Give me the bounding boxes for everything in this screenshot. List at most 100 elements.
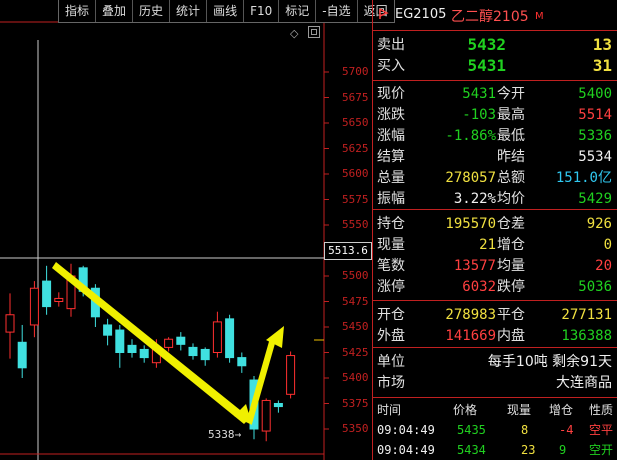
col-volume: 现量 [507,403,532,417]
divider [373,300,617,301]
price-tick-label: 5350 [342,422,369,435]
quote-value: 6032 [462,279,496,295]
contract-code: EG2105 [395,7,447,22]
quote-label: 振幅 [377,191,405,207]
unit-value: 每手10吨 剩余91天 [487,354,612,370]
quote-value: 5336 [578,128,612,144]
toolbar-draw-line[interactable]: 画线 [207,0,245,22]
price-tick-label: 5450 [342,320,369,333]
quote-value: -1.86% [445,128,496,144]
toolbar-indicator[interactable]: 指标 [59,0,97,22]
trade-oi-change: -4 [559,423,574,437]
candle-body [139,348,149,359]
quote-label: 涨跌 [377,107,405,123]
trade-price: 5435 [457,423,486,437]
quote-label: 外盘 [377,328,405,344]
trade-volume: 23 [521,443,536,457]
toolbar-f10[interactable]: F10 [244,0,280,22]
ask-volume: 13 [592,35,612,54]
toolbar-statistics[interactable]: 统计 [170,0,208,22]
trade-nature: 空平 [589,423,614,437]
trade-nature: 空开 [589,443,614,457]
trade-volume: 8 [521,423,529,437]
toolbar-watchlist[interactable]: -自选 [316,0,358,22]
col-oi-change: 增仓 [549,403,574,417]
quote-row: 现量 21 增仓 0 [373,235,617,255]
candle-body [103,324,113,336]
candle-body [54,297,64,303]
quote-row: 涨跌 -103 最高 5514 [373,105,617,125]
margin-badge: M [535,11,544,22]
quote-label: 最低 [497,128,525,144]
quote-value: 5400 [578,86,612,102]
quote-row: 结算 昨结 5534 [373,147,617,167]
toolbar-mark[interactable]: 标记 [279,0,317,22]
quote-value: 278983 [445,307,496,323]
quote-panel: EG2105 乙二醇2105 M 卖出 5432 13 买入 5431 31 现… [372,0,617,460]
ask-price: 5432 [467,35,506,54]
quote-label: 总量 [377,170,405,186]
diamond-icon[interactable]: ◇ [290,27,298,40]
quote-row: 现价 5431 今开 5400 [373,84,617,104]
bid-label: 买入 [377,58,405,74]
candle-body [176,336,186,345]
quote-label: 今开 [497,86,525,102]
quote-label: 跌停 [497,279,525,295]
divider [373,347,617,348]
kline-svg[interactable] [0,0,372,460]
trade-row[interactable]: 09:04:49 5434 23 9 空开 [373,440,617,460]
quote-label: 结算 [377,149,405,165]
quote-value: 5429 [578,191,612,207]
price-tick-label: 5600 [342,167,369,180]
quote-value: 136388 [561,328,612,344]
candle-body [29,287,39,326]
toolbar-history[interactable]: 历史 [133,0,171,22]
divider [373,397,617,398]
price-tick-label: 5500 [342,269,369,282]
bid-price: 5431 [467,56,506,75]
quote-row: 总量 278057 总额 151.0亿 [373,168,617,188]
candle-body [273,403,283,408]
quote-label: 内盘 [497,328,525,344]
candle-body [42,280,52,308]
candle-body [164,338,174,348]
quote-value: 5514 [578,107,612,123]
restore-window-icon[interactable] [308,26,320,38]
price-tick-label: 5700 [342,65,369,78]
quote-row: 外盘 141669 内盘 136388 [373,326,617,346]
price-tick-label: 5575 [342,192,369,206]
quote-value: 21 [479,237,496,253]
price-tick-label: 5425 [342,345,369,359]
quote-value: 195570 [445,216,496,232]
quote-value: 141669 [445,328,496,344]
quote-label: 昨结 [497,149,525,165]
quote-label: 平仓 [497,307,525,323]
quote-value: 926 [586,216,612,232]
trade-row[interactable]: 09:04:49 5435 8 -4 空平 [373,420,617,440]
price-tick-label: 5675 [342,90,369,104]
low-price-annotation: 5338→ [208,428,242,441]
candle-body [237,357,247,367]
quote-label: 现价 [377,86,405,102]
candle-body [225,318,235,359]
info-market-row: 市场 大连商品 [373,373,617,393]
quote-row: 涨停 6032 跌停 5036 [373,277,617,297]
candlestick-chart[interactable]: 指标 叠加 历史 统计 画线 F10 标记 -自选 返回 ◇ 5700 5675 5… [0,0,395,460]
quote-value: 5534 [578,149,612,165]
quote-label: 持仓 [377,216,405,232]
quote-label: 笔数 [377,258,405,274]
trade-time: 09:04:49 [377,423,435,437]
price-tick-label: 5550 [342,218,369,231]
price-tick-label: 5650 [342,116,369,129]
price-tick-label: 5625 [342,141,369,155]
divider [373,209,617,210]
quote-value: 151.0亿 [555,170,612,186]
toolbar-overlay[interactable]: 叠加 [96,0,134,22]
quote-value: 278057 [445,170,496,186]
trade-oi-change: 9 [559,443,567,457]
ask-row: 卖出 5432 13 [373,35,617,55]
candle-body [200,348,210,361]
quote-value: -103 [462,107,496,123]
candle-body [212,321,222,353]
quote-label: 涨停 [377,279,405,295]
